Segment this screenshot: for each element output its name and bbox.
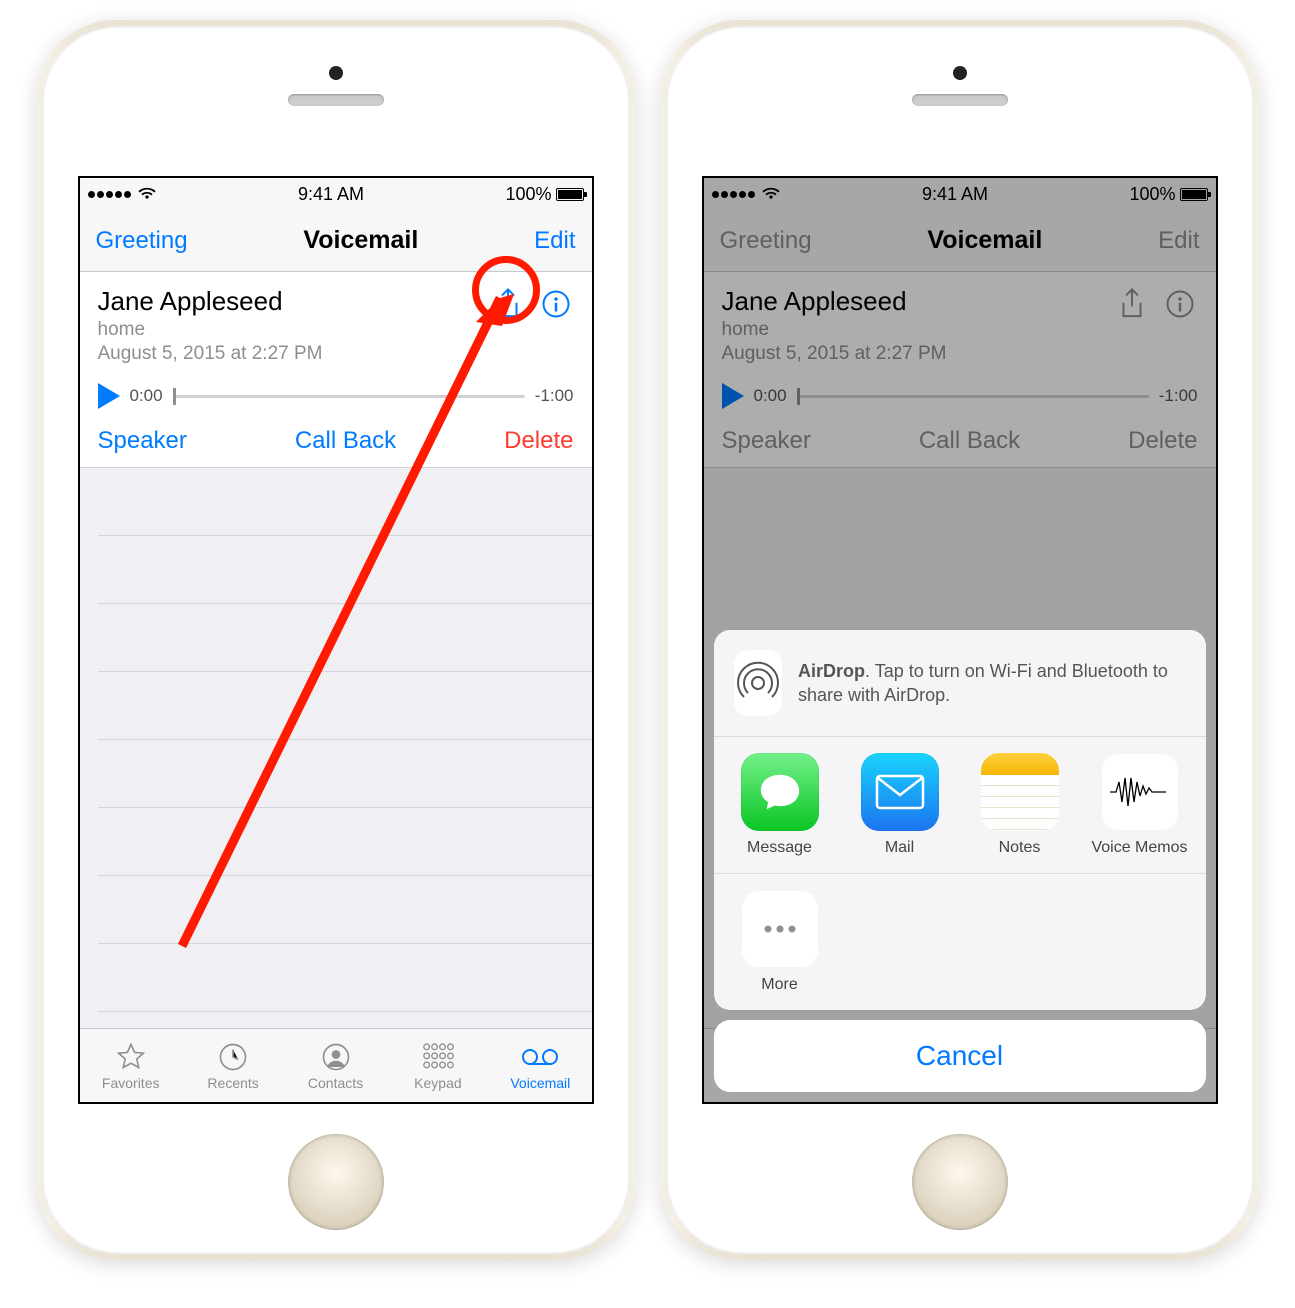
home-button[interactable] [912, 1134, 1008, 1230]
remaining-time: -1:00 [535, 386, 574, 406]
signal-dots-icon [88, 191, 131, 198]
cancel-button[interactable]: Cancel [714, 1020, 1206, 1092]
front-camera [329, 66, 343, 80]
share-sheet: AirDrop. Tap to turn on Wi-Fi and Blueto… [714, 630, 1206, 1092]
scrubber-thumb[interactable] [173, 388, 176, 405]
voicemail-icon [521, 1041, 559, 1073]
tab-favorites[interactable]: Favorites [80, 1029, 182, 1102]
earpiece-speaker [912, 94, 1008, 106]
caller-name: Jane Appleseed [98, 286, 490, 317]
tab-label: Contacts [308, 1075, 363, 1091]
greeting-button[interactable]: Greeting [96, 227, 188, 255]
call-date: August 5, 2015 at 2:27 PM [98, 343, 490, 365]
tab-recents[interactable]: Recents [182, 1029, 284, 1102]
list-item[interactable] [98, 740, 592, 808]
callback-button[interactable]: Call Back [295, 427, 396, 455]
list-item[interactable] [98, 536, 592, 604]
tab-label: Favorites [102, 1075, 160, 1091]
share-actions-row: More [714, 873, 1206, 1010]
contact-icon [321, 1041, 351, 1073]
status-time: 9:41 AM [298, 184, 364, 205]
list-item[interactable] [98, 672, 592, 740]
airdrop-text: AirDrop. Tap to turn on Wi-Fi and Blueto… [798, 659, 1185, 708]
screen-right: 9:41 AM 100% Greeting Voicemail Edit Jan… [702, 176, 1218, 1104]
tab-keypad[interactable]: Keypad [387, 1029, 489, 1102]
home-button[interactable] [288, 1134, 384, 1230]
share-message[interactable]: Message [720, 753, 840, 857]
play-button[interactable] [98, 383, 120, 409]
scrubber[interactable] [173, 395, 525, 398]
audio-player: 0:00 -1:00 [98, 383, 574, 409]
list-item[interactable] [98, 944, 592, 1012]
share-icon [493, 287, 523, 321]
list-item[interactable] [98, 876, 592, 944]
mail-icon [861, 753, 939, 831]
tab-contacts[interactable]: Contacts [284, 1029, 386, 1102]
voicemail-list [80, 468, 592, 1028]
notes-icon [981, 753, 1059, 831]
share-apps-row: Message Mail Notes [714, 736, 1206, 873]
info-button[interactable] [538, 286, 574, 322]
airdrop-icon [734, 650, 783, 716]
message-icon [741, 753, 819, 831]
iphone-frame-right: 9:41 AM 100% Greeting Voicemail Edit Jan… [660, 20, 1260, 1260]
battery-icon [556, 188, 584, 201]
share-voice-memos[interactable]: Voice Memos [1080, 753, 1200, 857]
list-item[interactable] [98, 468, 592, 536]
share-label: Notes [999, 839, 1041, 857]
tab-label: Voicemail [510, 1075, 570, 1091]
share-more[interactable]: More [720, 890, 840, 994]
keypad-icon [421, 1041, 455, 1073]
elapsed-time: 0:00 [130, 386, 163, 406]
voicemail-card: Jane Appleseed home August 5, 2015 at 2:… [80, 272, 592, 468]
edit-button[interactable]: Edit [534, 227, 575, 255]
airdrop-row[interactable]: AirDrop. Tap to turn on Wi-Fi and Blueto… [714, 630, 1206, 736]
nav-bar: Greeting Voicemail Edit [80, 210, 592, 272]
share-notes[interactable]: Notes [960, 753, 1080, 857]
wifi-icon [137, 182, 157, 207]
share-label: Voice Memos [1091, 839, 1187, 857]
tab-label: Keypad [414, 1075, 461, 1091]
share-label: Mail [885, 839, 914, 857]
share-mail[interactable]: Mail [840, 753, 960, 857]
tab-voicemail[interactable]: Voicemail [489, 1029, 591, 1102]
screen-left: 9:41 AM 100% Greeting Voicemail Edit Jan… [78, 176, 594, 1104]
earpiece-speaker [288, 94, 384, 106]
front-camera [953, 66, 967, 80]
more-icon [741, 890, 819, 968]
iphone-frame-left: 9:41 AM 100% Greeting Voicemail Edit Jan… [36, 20, 636, 1260]
clock-icon [218, 1041, 248, 1073]
voice-memos-icon [1101, 753, 1179, 831]
list-item[interactable] [98, 808, 592, 876]
tab-bar: Favorites Recents Contacts [80, 1028, 592, 1102]
list-item[interactable] [98, 604, 592, 672]
delete-button[interactable]: Delete [504, 427, 573, 455]
share-button[interactable] [490, 286, 526, 322]
page-title: Voicemail [303, 226, 418, 255]
speaker-button[interactable]: Speaker [98, 427, 187, 455]
status-bar: 9:41 AM 100% [80, 178, 592, 210]
share-label: Message [747, 839, 812, 857]
tab-label: Recents [207, 1075, 258, 1091]
battery-percent: 100% [505, 184, 551, 205]
share-label: More [761, 976, 797, 994]
star-icon [116, 1041, 146, 1073]
caller-label: home [98, 319, 490, 341]
info-icon [541, 289, 571, 319]
